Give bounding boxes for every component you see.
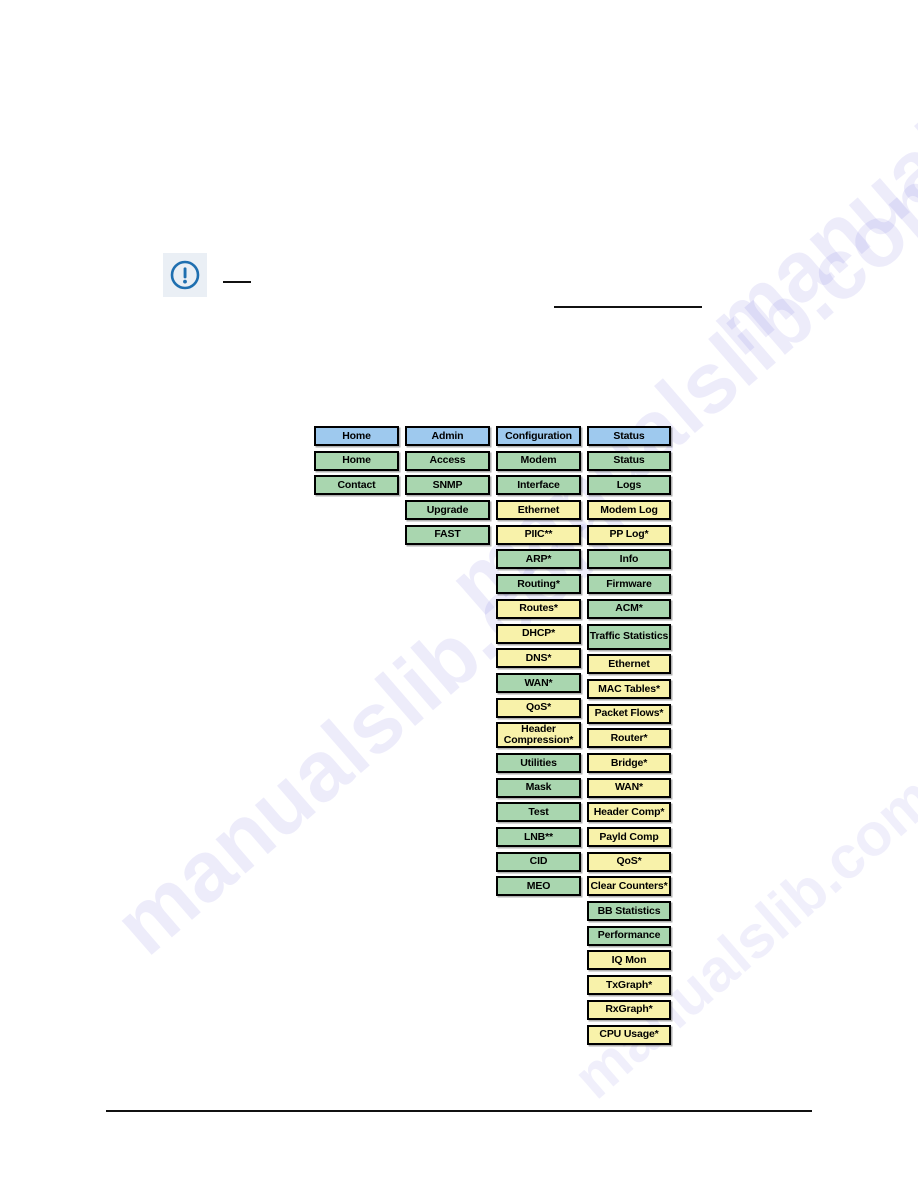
menu-header-configuration[interactable]: Configuration	[496, 426, 581, 446]
menu-item-admin-upgrade[interactable]: Upgrade	[405, 500, 490, 521]
menu-item-configuration-header-compression[interactable]: Header Compression*	[496, 722, 581, 749]
menu-item-configuration-arp[interactable]: ARP*	[496, 549, 581, 570]
menu-column-configuration: Configuration Modem Interface Ethernet PIIC*…	[496, 426, 581, 901]
menu-item-status-qos[interactable]: QoS*	[587, 851, 671, 872]
menu-item-status-cpu-usage[interactable]: CPU Usage*	[587, 1024, 671, 1045]
menu-item-home-contact[interactable]: Contact	[314, 475, 399, 496]
menu-item-status-firmware[interactable]: Firmware	[587, 574, 671, 595]
menu-header-home[interactable]: Home	[314, 426, 399, 446]
menu-item-configuration-wan[interactable]: WAN*	[496, 672, 581, 693]
menu-item-status-status[interactable]: Status	[587, 450, 671, 471]
menu-header-admin[interactable]: Admin	[405, 426, 490, 446]
menu-item-status-clear-counters[interactable]: Clear Counters*	[587, 876, 671, 897]
menu-item-configuration-lnb[interactable]: LNB**	[496, 827, 581, 847]
menu-item-status-bb-statistics[interactable]: BB Statistics	[587, 901, 671, 922]
menu-item-status-bridge[interactable]: Bridge*	[587, 752, 671, 773]
menu-item-status-wan[interactable]: WAN*	[587, 777, 671, 798]
menu-item-configuration-qos[interactable]: QoS*	[496, 697, 581, 718]
menu-item-status-pp-log[interactable]: PP Log*	[587, 524, 671, 545]
menu-item-configuration-modem[interactable]: Modem	[496, 450, 581, 471]
menu-item-admin-access[interactable]: Access	[405, 450, 490, 471]
menu-item-status-modem-log[interactable]: Modem Log	[587, 500, 671, 521]
menu-item-configuration-ethernet[interactable]: Ethernet	[496, 500, 581, 521]
menu-column-home: Home Home Contact	[314, 426, 399, 500]
menu-item-status-iq-mon[interactable]: IQ Mon	[587, 950, 671, 971]
menu-item-status-acm[interactable]: ACM*	[587, 598, 671, 619]
menu-item-status-info[interactable]: Info	[587, 549, 671, 570]
menu-item-status-packet-flows[interactable]: Packet Flows*	[587, 703, 671, 724]
menu-item-configuration-dhcp[interactable]: DHCP*	[496, 623, 581, 644]
menu-item-status-ethernet[interactable]: Ethernet	[587, 654, 671, 675]
menu-map-diagram: Home Home Contact Admin Access SNMP Upgrade FAS…	[314, 426, 671, 1049]
menu-item-home-home[interactable]: Home	[314, 450, 399, 471]
menu-item-configuration-cid[interactable]: CID	[496, 851, 581, 872]
menu-item-configuration-piic[interactable]: PIIC**	[496, 524, 581, 545]
menu-item-configuration-dns[interactable]: DNS*	[496, 648, 581, 669]
menu-item-configuration-utilities[interactable]: Utilities	[496, 752, 581, 773]
menu-item-configuration-mask[interactable]: Mask	[496, 777, 581, 798]
note-callout	[163, 253, 251, 297]
menu-item-status-payld-comp[interactable]: Payld Comp	[587, 827, 671, 847]
watermark-text: manualslib.com	[690, 0, 918, 374]
menu-column-status: Status Status Logs Modem Log PP Log* Info Firm…	[587, 426, 671, 1049]
menu-item-configuration-routing[interactable]: Routing*	[496, 574, 581, 595]
menu-item-status-logs[interactable]: Logs	[587, 475, 671, 496]
menu-item-configuration-interface[interactable]: Interface	[496, 475, 581, 496]
menu-header-status[interactable]: Status	[587, 426, 671, 446]
exclamation-circle-icon	[163, 253, 207, 297]
menu-item-admin-snmp[interactable]: SNMP	[405, 475, 490, 496]
menu-item-configuration-routes[interactable]: Routes*	[496, 598, 581, 619]
menu-item-status-performance[interactable]: Performance	[587, 925, 671, 946]
menu-item-status-traffic-statistics[interactable]: Traffic Statistics	[587, 623, 671, 650]
menu-item-status-txgraph[interactable]: TxGraph*	[587, 975, 671, 996]
menu-item-status-mac-tables[interactable]: MAC Tables*	[587, 678, 671, 699]
body-text-rule	[554, 306, 702, 308]
menu-item-admin-fast[interactable]: FAST	[405, 524, 490, 545]
footer-rule	[106, 1110, 812, 1112]
menu-item-status-router[interactable]: Router*	[587, 728, 671, 749]
menu-item-configuration-meo[interactable]: MEO	[496, 876, 581, 897]
menu-item-configuration-test[interactable]: Test	[496, 802, 581, 823]
menu-item-status-header-comp[interactable]: Header Comp*	[587, 802, 671, 823]
menu-column-admin: Admin Access SNMP Upgrade FAST	[405, 426, 490, 549]
note-underline	[223, 281, 251, 283]
menu-item-status-rxgraph[interactable]: RxGraph*	[587, 999, 671, 1020]
